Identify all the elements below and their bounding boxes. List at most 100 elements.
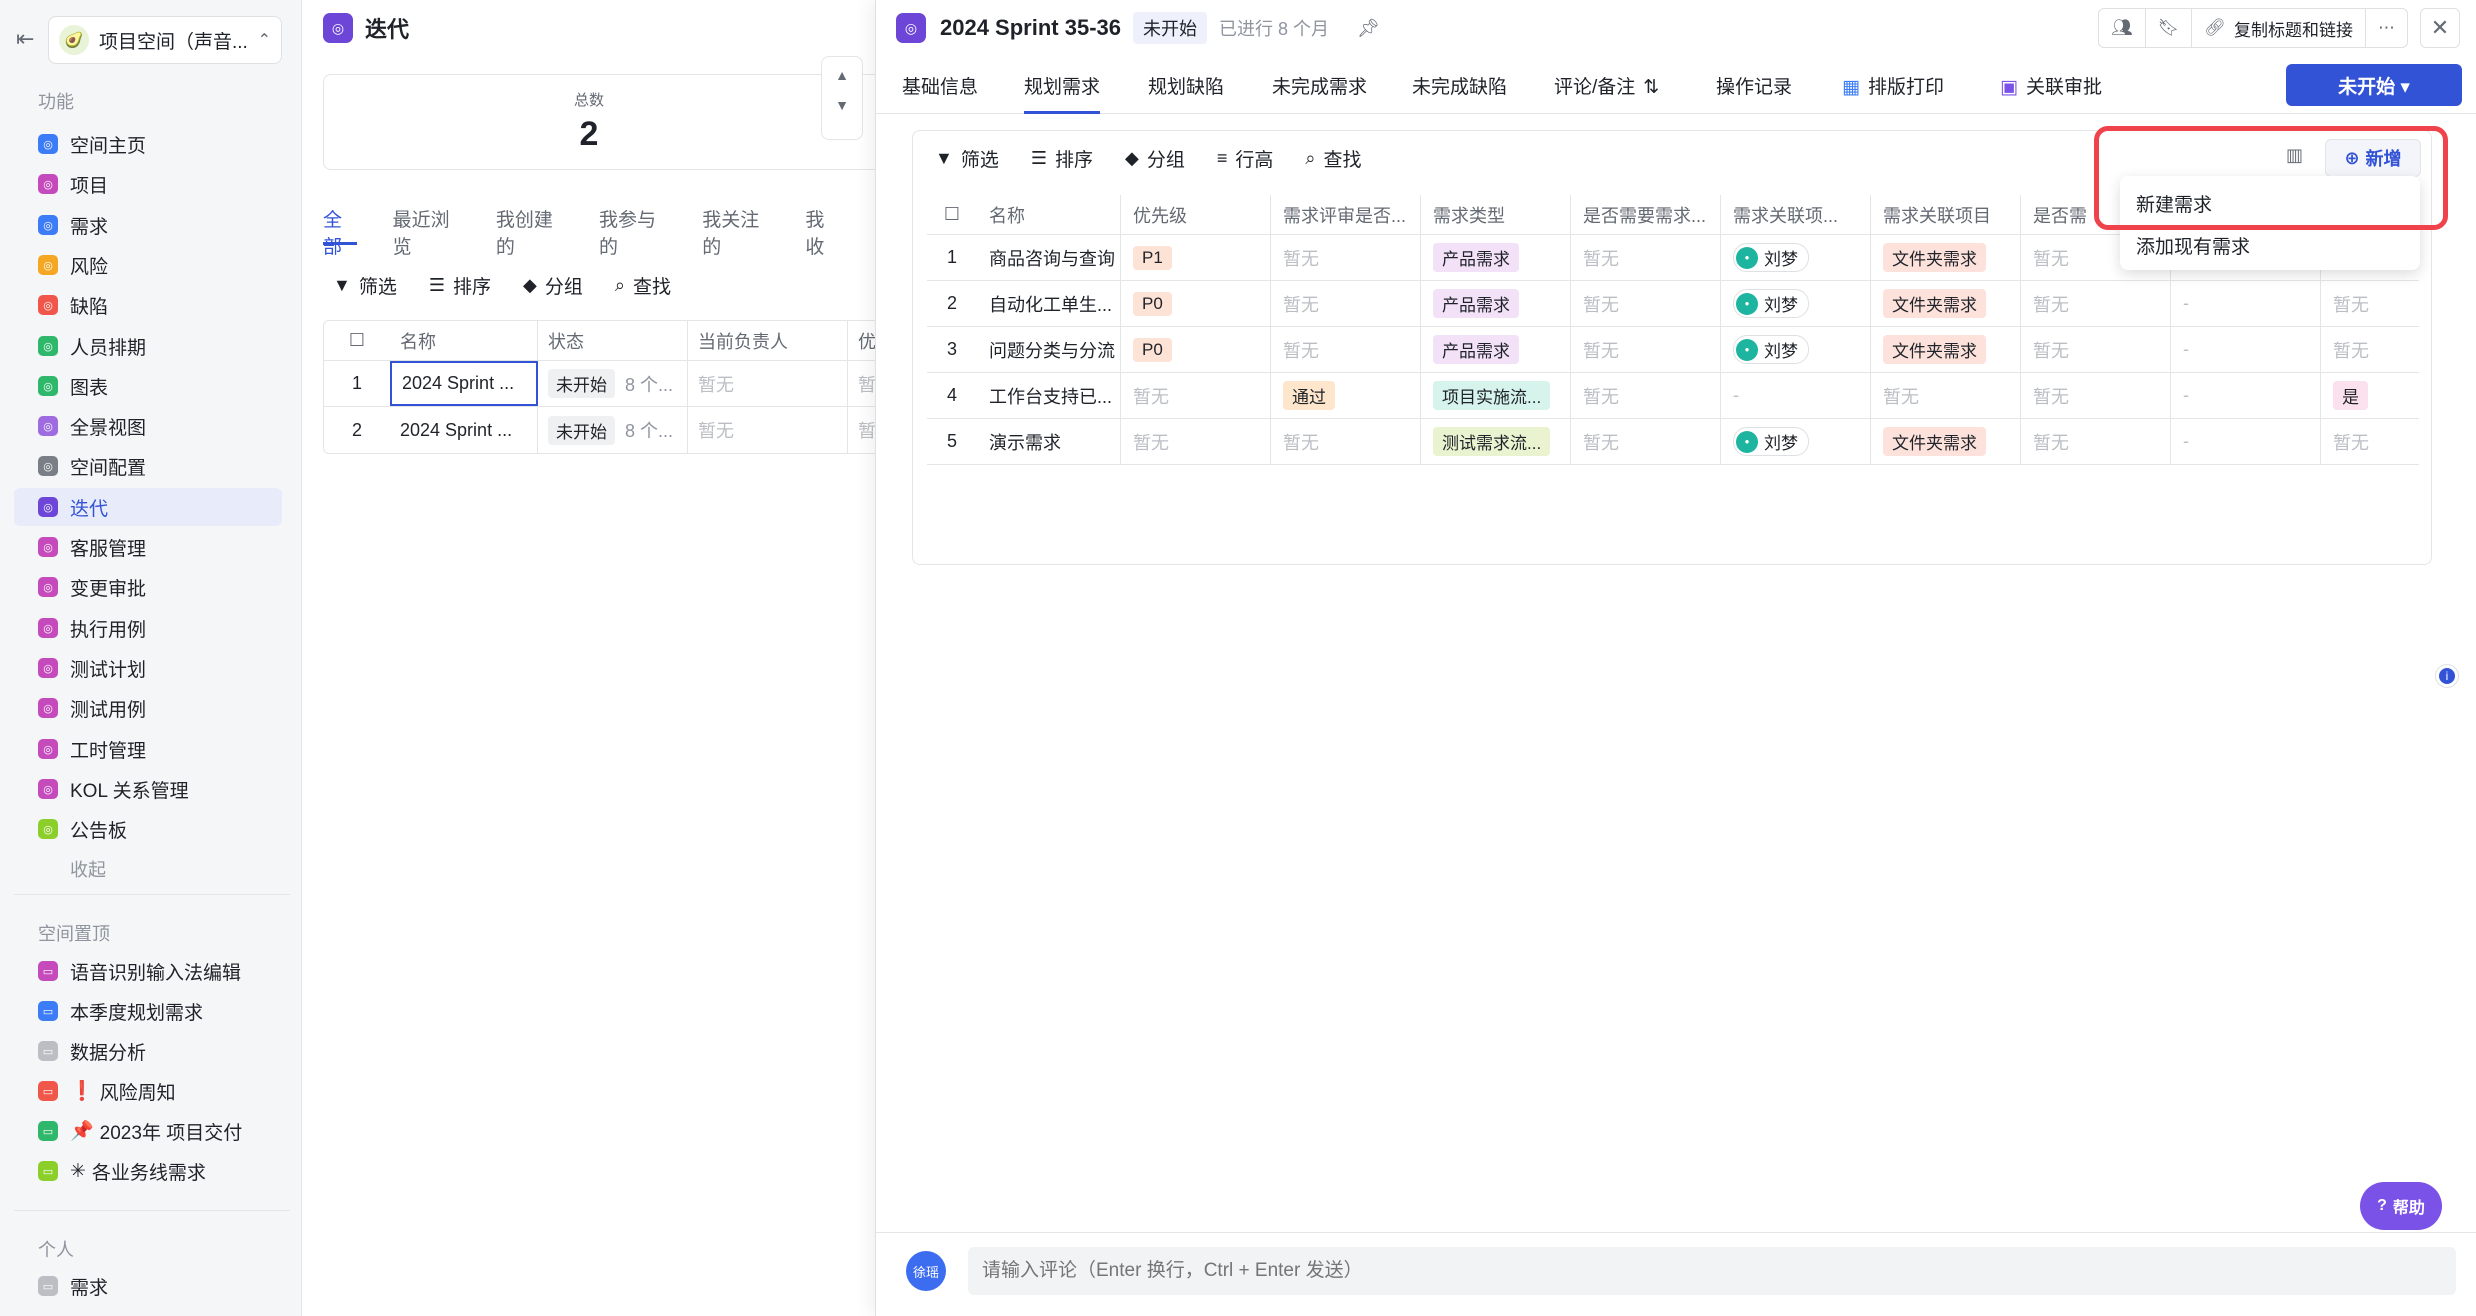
tab-created[interactable]: 我创建的 [496, 205, 563, 258]
tab-followed[interactable]: 我关注的 [702, 205, 769, 258]
table-row[interactable]: 2 自动化工单生... P0 暂无 产品需求 暂无 ● 刘梦 文件夹需求 暂无 - 暂无 [927, 281, 2419, 327]
cell-name[interactable]: 问题分类与分流 [977, 327, 1121, 372]
tab-recent[interactable]: 最近浏览 [393, 205, 460, 258]
menu-item-add-existing[interactable]: 添加现有需求 [2120, 224, 2420, 266]
column-header[interactable]: 需求类型 [1421, 195, 1571, 234]
column-header[interactable]: 名称 [977, 195, 1121, 234]
sidebar-item[interactable]: ◎ 变更审批 [14, 568, 282, 606]
tab-favorites[interactable]: 我收 [805, 205, 839, 258]
column-header[interactable]: 状态 [538, 321, 688, 360]
status-badge[interactable]: 未开始 [1132, 12, 1207, 44]
tab-unfinished-defects[interactable]: 未完成缺陷 [1412, 72, 1507, 111]
table-row[interactable]: 1 2024 Sprint ... 未开始 8 个... 暂无 暂 [324, 361, 875, 407]
column-header[interactable]: 当前负责人 [688, 321, 848, 360]
space-switcher[interactable]: 🥑 项目空间（声音... ⌃ [48, 16, 282, 64]
column-header[interactable]: 优 [848, 328, 875, 354]
table-row[interactable]: 5 演示需求 暂无 暂无 测试需求流... 暂无 ● 刘梦 文件夹需求 暂无 - 暂无 [927, 419, 2419, 465]
tab-unfinished-requirements[interactable]: 未完成需求 [1272, 72, 1367, 111]
sidebar-item[interactable]: ◎ 执行用例 [14, 609, 282, 647]
sidebar-item[interactable]: ◎ 工时管理 [14, 730, 282, 768]
menu-item-new-requirement[interactable]: 新建需求 [2120, 182, 2420, 224]
user-chip[interactable]: ● 刘梦 [1733, 427, 1809, 456]
user-chip[interactable]: ● 刘梦 [1733, 289, 1809, 318]
bookmark-icon[interactable]: 🔖︎ [2146, 9, 2193, 47]
add-new-button[interactable]: ⊕ 新增 [2325, 139, 2421, 177]
tab-planned-defects[interactable]: 规划缺陷 [1148, 72, 1224, 111]
collapse-link[interactable]: 收起 [70, 856, 106, 882]
sidebar-item[interactable]: ◎ 人员排期 [14, 327, 282, 365]
search-button[interactable]: ⌕ 查找 [1305, 145, 1361, 172]
pinned-item[interactable]: ▭ 本季度规划需求 [14, 992, 282, 1030]
row-name[interactable]: 2024 Sprint ... [390, 361, 538, 406]
scroll-down-icon[interactable]: ▼ [822, 97, 862, 113]
sidebar-item[interactable]: ◎ 客服管理 [14, 528, 282, 566]
tab-participated[interactable]: 我参与的 [599, 205, 666, 258]
sidebar-item[interactable]: ◎ 需求 [14, 206, 282, 244]
user-chip[interactable]: ● 刘梦 [1733, 243, 1809, 272]
column-header[interactable]: 优先级 [1121, 195, 1271, 234]
search-button[interactable]: ⌕ 查找 [615, 272, 671, 299]
tab-related-approval[interactable]: ▣ 关联审批 [2000, 72, 2102, 111]
sidebar-item[interactable]: ◎ 图表 [14, 367, 282, 405]
row-height-button[interactable]: ≡ 行高 [1217, 145, 1274, 172]
pinned-item[interactable]: ▭ ❗ 风险周知 [14, 1072, 282, 1110]
sidebar-item[interactable]: ◎ 风险 [14, 246, 282, 284]
tab-operation-log[interactable]: 操作记录 [1716, 72, 1792, 111]
sidebar-item[interactable]: ◎ 空间配置 [14, 447, 282, 485]
tab-print-layout[interactable]: ▦ 排版打印 [1842, 72, 1944, 111]
info-icon[interactable]: i [2436, 665, 2458, 687]
help-button[interactable]: ? 帮助 [2360, 1182, 2442, 1230]
cell-name[interactable]: 商品咨询与查询 [977, 235, 1121, 280]
scroll-control[interactable]: ▲ ▼ [821, 56, 863, 140]
filter-button[interactable]: ▼ 筛选 [333, 272, 397, 299]
row-name[interactable]: 2024 Sprint ... [390, 407, 538, 453]
close-icon[interactable]: ✕ [2420, 8, 2460, 48]
status-dropdown-button[interactable]: 未开始 ▾ [2286, 64, 2462, 106]
filter-button[interactable]: ▼ 筛选 [935, 145, 999, 172]
column-header[interactable]: 需求关联项... [1721, 195, 1871, 234]
cell-name[interactable]: 自动化工单生... [977, 281, 1121, 326]
pinned-item[interactable]: ▭ 语音识别输入法编辑 [14, 952, 282, 990]
sidebar-collapse-icon[interactable]: ⇤ [16, 26, 34, 52]
tab-planned-requirements[interactable]: 规划需求 [1024, 72, 1101, 114]
group-button[interactable]: ◆ 分组 [1125, 145, 1185, 172]
pinned-item[interactable]: ▭ ✳ 各业务线需求 [14, 1152, 282, 1190]
column-header[interactable]: 是否需要需求... [1571, 195, 1721, 234]
tab-basic-info[interactable]: 基础信息 [902, 72, 978, 111]
sidebar-item[interactable]: ◎ KOL 关系管理 [14, 770, 282, 808]
pinned-item[interactable]: ▭ 📌 2023年 项目交付 [14, 1112, 282, 1150]
sidebar-item[interactable]: ◎ 项目 [14, 165, 282, 203]
pinned-item[interactable]: ▭ 数据分析 [14, 1032, 282, 1070]
sort-button[interactable]: ☰ 排序 [429, 272, 491, 299]
table-row[interactable]: 3 问题分类与分流 P0 暂无 产品需求 暂无 ● 刘梦 文件夹需求 暂无 - 暂无 [927, 327, 2419, 373]
sidebar-item[interactable]: ◎ 测试计划 [14, 649, 282, 687]
column-header[interactable]: 需求关联项目 [1871, 195, 2021, 234]
sort-button[interactable]: ☰ 排序 [1031, 145, 1093, 172]
pin-icon[interactable]: 📌︎ [1357, 18, 1380, 39]
sidebar-item[interactable]: ◎ 迭代 [14, 488, 282, 526]
tab-comments[interactable]: 评论/备注 ⇅ [1554, 72, 1659, 111]
sidebar-item[interactable]: ◎ 公告板 [14, 810, 282, 848]
sidebar-item[interactable]: ◎ 空间主页 [14, 125, 282, 163]
cell-name[interactable]: 演示需求 [977, 419, 1121, 464]
sidebar-item[interactable]: ◎ 缺陷 [14, 286, 282, 324]
user-chip[interactable]: ● 刘梦 [1733, 335, 1809, 364]
members-icon[interactable]: 👥︎ [2099, 9, 2146, 47]
sidebar-item[interactable]: ◎ 全景视图 [14, 407, 282, 445]
tab-all[interactable]: 全部 [323, 205, 357, 258]
select-all-checkbox[interactable]: ☐ [927, 195, 977, 234]
table-row[interactable]: 2 2024 Sprint ... 未开始 8 个... 暂无 暂 [324, 407, 875, 453]
group-button[interactable]: ◆ 分组 [523, 272, 583, 299]
copy-link-button[interactable]: 🔗︎ 复制标题和链接 [2192, 9, 2366, 47]
column-settings-icon[interactable]: ▥ [2286, 145, 2303, 166]
scroll-up-icon[interactable]: ▲ [822, 67, 862, 83]
cell-name[interactable]: 工作台支持已... [977, 373, 1121, 418]
comment-input[interactable] [968, 1247, 2456, 1295]
personal-item-requirements[interactable]: ▭ 需求 [14, 1267, 282, 1305]
table-row[interactable]: 4 工作台支持已... 暂无 通过 项目实施流... 暂无 - 暂无 暂无 - 是 [927, 373, 2419, 419]
column-header[interactable]: 名称 [390, 321, 538, 360]
sidebar-item[interactable]: ◎ 测试用例 [14, 689, 282, 727]
more-icon[interactable]: ⋯ [2366, 9, 2407, 47]
select-all-checkbox[interactable]: ☐ [324, 330, 390, 351]
column-header[interactable]: 需求评审是否... [1271, 195, 1421, 234]
